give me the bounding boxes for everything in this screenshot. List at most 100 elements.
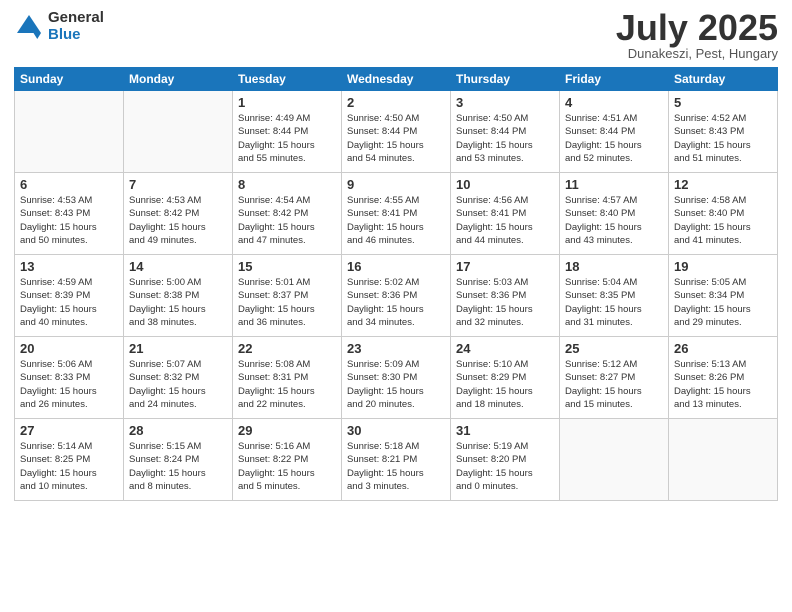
day-info: Sunrise: 4:57 AM Sunset: 8:40 PM Dayligh… xyxy=(565,194,663,247)
page: General Blue July 2025 Dunakeszi, Pest, … xyxy=(0,0,792,612)
calendar-week-3: 13 Sunrise: 4:59 AM Sunset: 8:39 PM Dayli… xyxy=(15,255,778,337)
calendar-header-monday: Monday xyxy=(124,68,233,91)
day-number: 11 xyxy=(565,177,663,192)
calendar-cell: 22Sunrise: 5:08 AM Sunset: 8:31 PM Dayli… xyxy=(233,337,342,419)
day-number: 3 xyxy=(456,95,554,110)
day-info: Sunrise: 5:19 AM Sunset: 8:20 PM Dayligh… xyxy=(456,440,554,493)
calendar-cell: 25Sunrise: 5:12 AM Sunset: 8:27 PM Dayli… xyxy=(560,337,669,419)
day-number: 13 xyxy=(20,259,118,274)
logo-icon xyxy=(14,12,44,42)
day-info: Sunrise: 5:03 AM Sunset: 8:36 PM Dayligh… xyxy=(456,276,554,329)
day-info: Sunrise: 4:53 AM Sunset: 8:43 PM Dayligh… xyxy=(20,194,118,247)
calendar-header-thursday: Thursday xyxy=(451,68,560,91)
calendar-week-1: 1 Sunrise: 4:49 AM Sunset: 8:44 PM Daylig… xyxy=(15,91,778,173)
calendar-cell: 6 Sunrise: 4:53 AM Sunset: 8:43 PM Daylig… xyxy=(15,173,124,255)
calendar-cell: 11 Sunrise: 4:57 AM Sunset: 8:40 PM Dayli… xyxy=(560,173,669,255)
day-number: 27 xyxy=(20,423,118,438)
day-number: 23 xyxy=(347,341,445,356)
day-info: Sunrise: 4:58 AM Sunset: 8:40 PM Dayligh… xyxy=(674,194,772,247)
calendar-cell: 31Sunrise: 5:19 AM Sunset: 8:20 PM Dayli… xyxy=(451,419,560,501)
day-info: Sunrise: 5:04 AM Sunset: 8:35 PM Dayligh… xyxy=(565,276,663,329)
day-number: 4 xyxy=(565,95,663,110)
day-number: 9 xyxy=(347,177,445,192)
day-number: 7 xyxy=(129,177,227,192)
day-info: Sunrise: 4:52 AM Sunset: 8:43 PM Dayligh… xyxy=(674,112,772,165)
day-info: Sunrise: 4:51 AM Sunset: 8:44 PM Dayligh… xyxy=(565,112,663,165)
calendar-header-tuesday: Tuesday xyxy=(233,68,342,91)
day-number: 18 xyxy=(565,259,663,274)
day-number: 29 xyxy=(238,423,336,438)
day-number: 30 xyxy=(347,423,445,438)
month-title: July 2025 xyxy=(616,10,778,46)
calendar-cell xyxy=(124,91,233,173)
day-number: 24 xyxy=(456,341,554,356)
day-number: 8 xyxy=(238,177,336,192)
calendar-cell: 21 Sunrise: 5:07 AM Sunset: 8:32 PM Dayli… xyxy=(124,337,233,419)
calendar-cell: 3 Sunrise: 4:50 AM Sunset: 8:44 PM Daylig… xyxy=(451,91,560,173)
calendar-cell: 9 Sunrise: 4:55 AM Sunset: 8:41 PM Daylig… xyxy=(342,173,451,255)
calendar-header-friday: Friday xyxy=(560,68,669,91)
calendar-cell: 24 Sunrise: 5:10 AM Sunset: 8:29 PM Dayli… xyxy=(451,337,560,419)
calendar-cell: 7Sunrise: 4:53 AM Sunset: 8:42 PM Daylig… xyxy=(124,173,233,255)
calendar-header-saturday: Saturday xyxy=(669,68,778,91)
calendar-cell: 18 Sunrise: 5:04 AM Sunset: 8:35 PM Dayli… xyxy=(560,255,669,337)
calendar-cell xyxy=(15,91,124,173)
day-number: 14 xyxy=(129,259,227,274)
logo-text: General Blue xyxy=(48,10,104,43)
day-number: 26 xyxy=(674,341,772,356)
day-info: Sunrise: 5:07 AM Sunset: 8:32 PM Dayligh… xyxy=(129,358,227,411)
day-info: Sunrise: 5:06 AM Sunset: 8:33 PM Dayligh… xyxy=(20,358,118,411)
day-number: 5 xyxy=(674,95,772,110)
calendar-cell: 19Sunrise: 5:05 AM Sunset: 8:34 PM Dayli… xyxy=(669,255,778,337)
calendar-cell: 8 Sunrise: 4:54 AM Sunset: 8:42 PM Daylig… xyxy=(233,173,342,255)
day-info: Sunrise: 5:01 AM Sunset: 8:37 PM Dayligh… xyxy=(238,276,336,329)
day-info: Sunrise: 4:59 AM Sunset: 8:39 PM Dayligh… xyxy=(20,276,118,329)
day-number: 6 xyxy=(20,177,118,192)
calendar: SundayMondayTuesdayWednesdayThursdayFrid… xyxy=(14,67,778,501)
calendar-cell: 20Sunrise: 5:06 AM Sunset: 8:33 PM Dayli… xyxy=(15,337,124,419)
day-info: Sunrise: 4:49 AM Sunset: 8:44 PM Dayligh… xyxy=(238,112,336,165)
day-number: 15 xyxy=(238,259,336,274)
calendar-cell: 23Sunrise: 5:09 AM Sunset: 8:30 PM Dayli… xyxy=(342,337,451,419)
day-info: Sunrise: 4:54 AM Sunset: 8:42 PM Dayligh… xyxy=(238,194,336,247)
day-info: Sunrise: 5:18 AM Sunset: 8:21 PM Dayligh… xyxy=(347,440,445,493)
calendar-cell: 30 Sunrise: 5:18 AM Sunset: 8:21 PM Dayli… xyxy=(342,419,451,501)
day-info: Sunrise: 4:50 AM Sunset: 8:44 PM Dayligh… xyxy=(456,112,554,165)
day-number: 2 xyxy=(347,95,445,110)
logo-blue: Blue xyxy=(48,27,104,44)
calendar-cell: 5 Sunrise: 4:52 AM Sunset: 8:43 PM Daylig… xyxy=(669,91,778,173)
calendar-cell xyxy=(560,419,669,501)
calendar-cell: 15 Sunrise: 5:01 AM Sunset: 8:37 PM Dayli… xyxy=(233,255,342,337)
calendar-header-row: SundayMondayTuesdayWednesdayThursdayFrid… xyxy=(15,68,778,91)
day-info: Sunrise: 5:02 AM Sunset: 8:36 PM Dayligh… xyxy=(347,276,445,329)
calendar-cell: 2 Sunrise: 4:50 AM Sunset: 8:44 PM Daylig… xyxy=(342,91,451,173)
calendar-cell: 1 Sunrise: 4:49 AM Sunset: 8:44 PM Daylig… xyxy=(233,91,342,173)
day-number: 21 xyxy=(129,341,227,356)
calendar-header-wednesday: Wednesday xyxy=(342,68,451,91)
calendar-cell: 16 Sunrise: 5:02 AM Sunset: 8:36 PM Dayli… xyxy=(342,255,451,337)
day-info: Sunrise: 4:55 AM Sunset: 8:41 PM Dayligh… xyxy=(347,194,445,247)
day-info: Sunrise: 5:10 AM Sunset: 8:29 PM Dayligh… xyxy=(456,358,554,411)
calendar-cell: 27Sunrise: 5:14 AM Sunset: 8:25 PM Dayli… xyxy=(15,419,124,501)
day-number: 16 xyxy=(347,259,445,274)
day-info: Sunrise: 5:15 AM Sunset: 8:24 PM Dayligh… xyxy=(129,440,227,493)
day-info: Sunrise: 5:00 AM Sunset: 8:38 PM Dayligh… xyxy=(129,276,227,329)
day-info: Sunrise: 4:56 AM Sunset: 8:41 PM Dayligh… xyxy=(456,194,554,247)
day-number: 22 xyxy=(238,341,336,356)
header: General Blue July 2025 Dunakeszi, Pest, … xyxy=(14,10,778,61)
calendar-cell: 4 Sunrise: 4:51 AM Sunset: 8:44 PM Daylig… xyxy=(560,91,669,173)
day-info: Sunrise: 4:50 AM Sunset: 8:44 PM Dayligh… xyxy=(347,112,445,165)
day-number: 12 xyxy=(674,177,772,192)
calendar-cell: 13 Sunrise: 4:59 AM Sunset: 8:39 PM Dayli… xyxy=(15,255,124,337)
logo: General Blue xyxy=(14,10,104,43)
day-info: Sunrise: 5:16 AM Sunset: 8:22 PM Dayligh… xyxy=(238,440,336,493)
calendar-week-5: 27Sunrise: 5:14 AM Sunset: 8:25 PM Dayli… xyxy=(15,419,778,501)
calendar-header-sunday: Sunday xyxy=(15,68,124,91)
day-number: 1 xyxy=(238,95,336,110)
calendar-cell: 28Sunrise: 5:15 AM Sunset: 8:24 PM Dayli… xyxy=(124,419,233,501)
day-number: 25 xyxy=(565,341,663,356)
location: Dunakeszi, Pest, Hungary xyxy=(616,46,778,61)
calendar-cell xyxy=(669,419,778,501)
calendar-week-2: 6 Sunrise: 4:53 AM Sunset: 8:43 PM Daylig… xyxy=(15,173,778,255)
calendar-cell: 14 Sunrise: 5:00 AM Sunset: 8:38 PM Dayli… xyxy=(124,255,233,337)
